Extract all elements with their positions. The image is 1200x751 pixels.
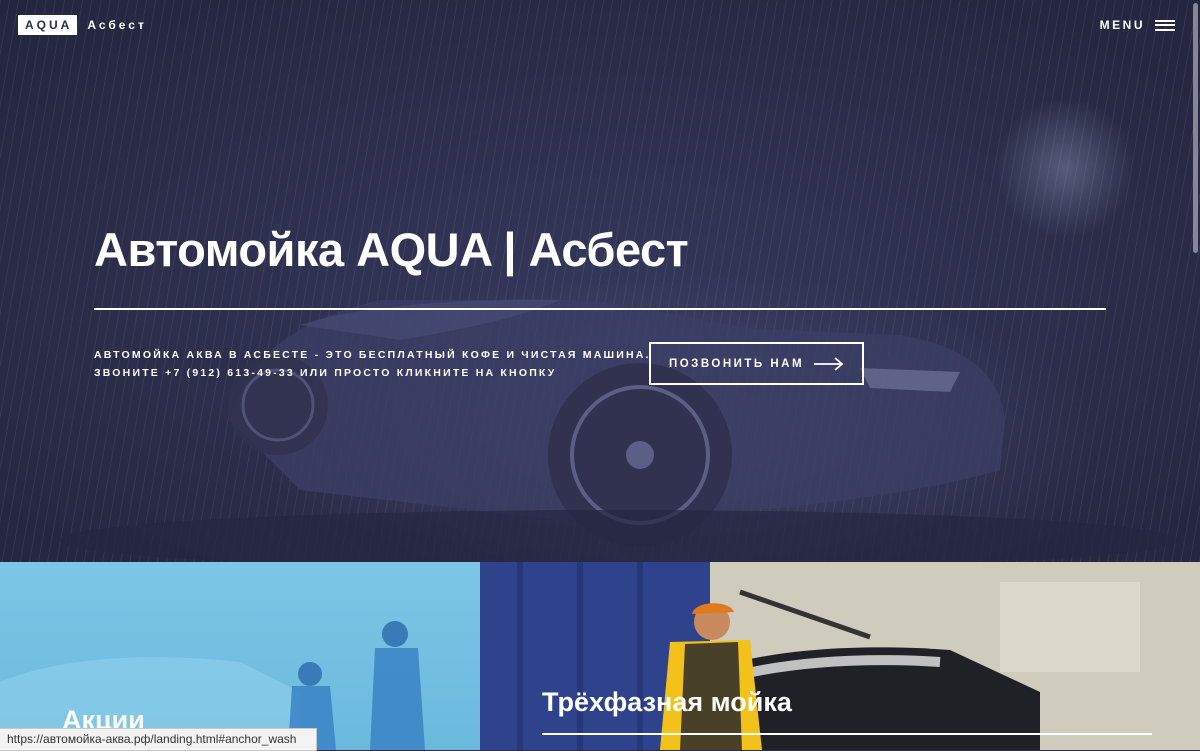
call-us-label: ПОЗВОНИТЬ НАМ [668,357,805,370]
menu-button[interactable]: MENU [1100,18,1175,32]
hero-section: AQUA Асбест MENU Автомойка AQUA | Асбест… [0,0,1200,562]
hero-description-line: АВТОМОЙКА АКВА В АСБЕСТЕ - ЭТО БЕСПЛАТНЫ… [94,349,651,361]
link-status-bar: https://автомойка-аква.рф/landing.html#a… [0,728,317,751]
promotions-panel[interactable]: Акции [0,562,480,750]
logo-city: Асбест [87,18,147,32]
menu-label: MENU [1099,18,1145,32]
scrollbar-thumb[interactable] [1193,3,1198,253]
hero-description-line: ЗВОНИТЕ +7 (912) 613-49-33 ИЛИ ПРОСТО КЛ… [94,367,557,379]
page-title: Автомойка AQUA | Асбест [94,223,689,276]
wash-photo [480,562,1200,750]
car-background-image [60,299,1180,562]
call-us-button[interactable]: ПОЗВОНИТЬ НАМ [649,342,864,385]
hero-description: АВТОМОЙКА АКВА В АСБЕСТЕ - ЭТО БЕСПЛАТНЫ… [94,346,651,382]
title-divider [94,308,1106,310]
hamburger-icon [1155,19,1175,31]
arrow-right-icon [814,356,844,371]
three-phase-wash-title: Трёхфазная мойка [542,687,792,717]
panel-divider [542,733,1152,735]
logo-badge: AQUA [18,15,78,35]
site-logo[interactable]: AQUA Асбест [18,15,147,35]
three-phase-wash-panel[interactable]: Трёхфазная мойка [480,562,1200,750]
